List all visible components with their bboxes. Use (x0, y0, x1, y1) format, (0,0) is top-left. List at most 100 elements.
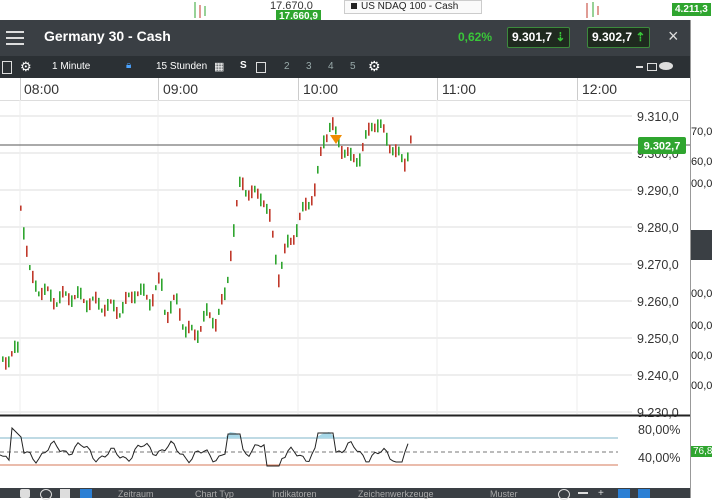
candle (113, 299, 115, 312)
candle (68, 293, 70, 306)
candle (239, 176, 241, 187)
bg-label: 00,0 (691, 350, 712, 362)
candle (20, 205, 22, 211)
chat-icon[interactable] (659, 62, 673, 70)
time-label: 08:00 (24, 81, 60, 97)
candle (392, 147, 394, 156)
ask-button[interactable]: 9.302,7 ⇡ (587, 27, 651, 48)
gear-icon[interactable]: ⚙ (368, 58, 381, 75)
bid-button[interactable]: 9.301,7 ⇣ (507, 27, 571, 48)
zoom-in-icon[interactable]: + (598, 489, 608, 499)
menu-icon[interactable] (6, 29, 24, 45)
maximize-icon[interactable] (647, 63, 657, 71)
candle (386, 132, 388, 146)
candle (26, 245, 28, 257)
candle (146, 294, 148, 300)
time-label: 10:00 (303, 81, 339, 97)
undo-icon[interactable] (20, 489, 30, 498)
background-value-3: 4.211,3 (672, 3, 711, 16)
candle (41, 287, 43, 301)
candle (8, 356, 10, 368)
page-button[interactable]: 5 (350, 61, 356, 72)
candle (257, 188, 259, 199)
chart-area[interactable]: 9.310,09.300,09.290,09.280,09.270,09.260… (0, 100, 690, 488)
list-icon[interactable] (2, 61, 12, 74)
candle (272, 230, 274, 238)
interval-select[interactable]: 1 Minute (52, 61, 90, 72)
candle (275, 254, 277, 265)
calendar-icon[interactable]: ▦ (214, 60, 224, 73)
candle (170, 301, 172, 314)
time-label: 11:00 (442, 81, 476, 97)
change-percent: 0,62% (458, 30, 493, 44)
candle (353, 154, 355, 163)
background-window-tab[interactable]: US NDAQ 100 - Cash (344, 0, 482, 14)
marker-icon[interactable] (330, 135, 342, 144)
candle (23, 227, 25, 240)
candle (281, 261, 283, 269)
gear-icon[interactable]: ⚙ (20, 59, 32, 75)
candle (203, 310, 205, 322)
candle (284, 243, 286, 254)
candle (80, 287, 82, 300)
style-button[interactable]: S (240, 60, 247, 71)
candle (137, 291, 139, 297)
candle (266, 203, 268, 214)
candle (212, 317, 214, 329)
candle (293, 235, 295, 245)
search-icon[interactable] (558, 489, 570, 500)
candle (347, 147, 349, 156)
candle (287, 234, 289, 248)
candle (194, 329, 196, 341)
candle (164, 309, 166, 315)
minimize-icon[interactable] (636, 66, 643, 68)
candle (269, 208, 271, 222)
candle (395, 144, 397, 158)
candle (278, 274, 280, 288)
price-label: 9.250,0 (637, 332, 679, 346)
candle (176, 293, 178, 305)
background-window-strip: 17.670,0 17.660,9 US NDAQ 100 - Cash 4.2… (0, 0, 712, 23)
candle (206, 303, 208, 316)
candle (38, 291, 40, 297)
candle (59, 291, 61, 304)
candle (404, 158, 406, 172)
page-button[interactable]: 4 (328, 61, 334, 72)
price-label: 9.230,0 (637, 406, 679, 420)
bg-label: 00,0 (691, 380, 712, 392)
candle (29, 265, 31, 271)
range-select[interactable]: 15 Stunden (156, 61, 207, 72)
candle (371, 122, 373, 132)
candle (224, 287, 226, 301)
candle (152, 294, 154, 307)
candle (335, 126, 337, 135)
pen-icon[interactable] (60, 489, 70, 498)
cursor-icon[interactable] (80, 489, 92, 498)
candle (125, 291, 127, 304)
layout-icon-2[interactable] (638, 489, 650, 498)
candle (308, 201, 310, 210)
page-button[interactable]: 3 (306, 61, 312, 72)
candle (2, 356, 4, 362)
candle (365, 130, 367, 139)
window-icon[interactable] (256, 62, 266, 73)
candle (236, 200, 238, 207)
close-icon[interactable]: × (668, 26, 679, 47)
layout-icon[interactable] (618, 489, 630, 498)
current-price: 9.302,7 (644, 141, 681, 153)
page-button[interactable]: 2 (284, 61, 290, 72)
candle (122, 301, 124, 314)
time-label: 12:00 (582, 81, 618, 97)
bg-header (691, 230, 712, 260)
candle (359, 153, 361, 167)
square-icon (351, 3, 357, 9)
candle (110, 299, 112, 304)
time-axis: 08:00 09:00 10:00 11:00 12:00 (0, 78, 690, 101)
candle (230, 250, 232, 262)
zoom-out-icon[interactable] (578, 492, 588, 494)
block-icon[interactable] (40, 489, 52, 500)
candle (62, 285, 64, 298)
lock-icon[interactable]: 🔒︎ (126, 60, 131, 71)
candle (116, 306, 118, 319)
candle (368, 122, 370, 136)
